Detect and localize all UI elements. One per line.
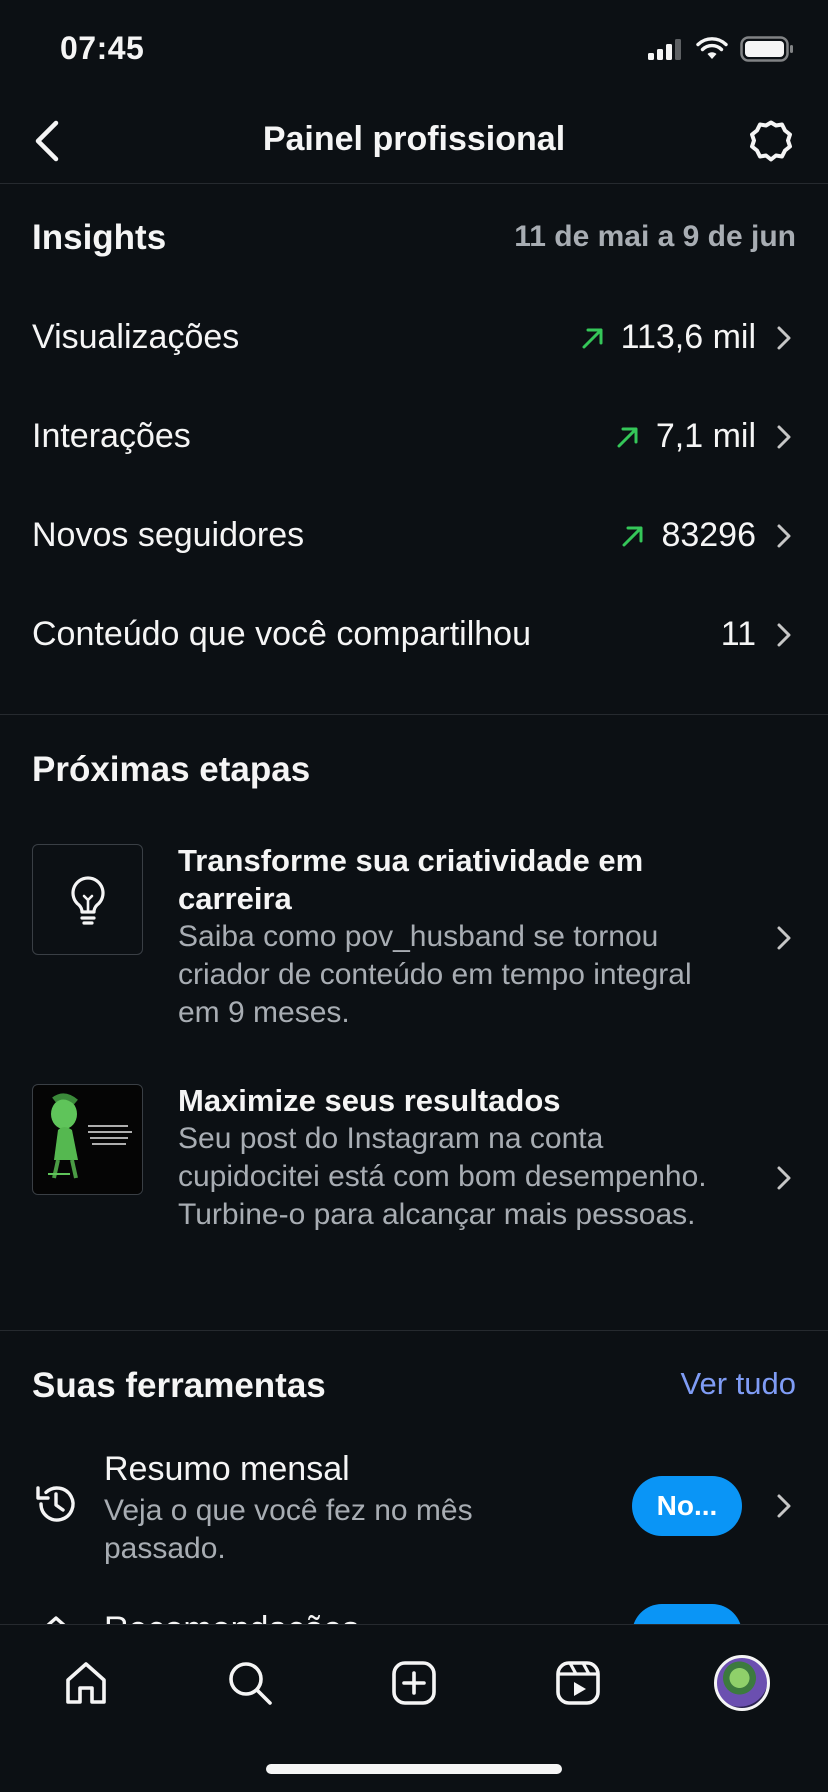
chevron-right-icon (777, 623, 791, 646)
status-icons (648, 36, 794, 62)
chevron-right-icon (777, 326, 791, 349)
tool-row-partial[interactable]: Recomendações No... (0, 1600, 828, 1624)
lightbulb-icon (70, 875, 105, 925)
tool-title: Recomendações (104, 1610, 359, 1624)
new-badge[interactable]: No... (632, 1604, 742, 1624)
post-thumbnail (32, 1084, 143, 1195)
metric-label: Visualizações (32, 318, 240, 356)
metric-label: Novos seguidores (32, 516, 305, 554)
metric-value: 113,6 mil (620, 318, 756, 356)
plus-square-icon (392, 1661, 436, 1705)
next-steps-heading: Próximas etapas (32, 750, 311, 789)
tab-reels[interactable] (546, 1651, 610, 1715)
chevron-right-icon (777, 1494, 791, 1518)
signal-icon (648, 39, 681, 60)
tool-row-monthly-summary[interactable]: Resumo mensal Veja o que você fez no mês… (0, 1450, 828, 1570)
avatar (714, 1655, 770, 1711)
metric-row-new-followers[interactable]: Novos seguidores 83296 (0, 486, 828, 585)
home-icon (66, 1662, 106, 1704)
top-navigation-bar: Painel profissional (0, 100, 828, 184)
home-indicator (266, 1764, 562, 1774)
partial-icon (46, 1616, 66, 1624)
metric-row-content-shared[interactable]: Conteúdo que você compartilhou 11 (0, 585, 828, 684)
bottom-tab-bar (0, 1624, 828, 1792)
metric-value: 11 (720, 615, 756, 653)
insights-heading: Insights (32, 218, 167, 257)
metric-value: 83296 (661, 516, 756, 554)
battery-icon (740, 36, 793, 62)
settings-button[interactable] (744, 114, 798, 168)
metric-row-interactions[interactable]: Interações 7,1 mil (0, 387, 828, 486)
chevron-right-icon (777, 926, 791, 950)
date-range: 11 de mai a 9 de jun (514, 220, 796, 253)
metric-label: Conteúdo que você compartilhou (32, 615, 531, 653)
step-thumbnail (32, 844, 143, 955)
tab-home[interactable] (54, 1651, 118, 1715)
tab-create[interactable] (382, 1651, 446, 1715)
step-title: Maximize seus resultados (178, 1083, 561, 1118)
tool-title: Resumo mensal (104, 1450, 350, 1488)
status-bar: 07:45 (0, 0, 828, 100)
reels-icon (556, 1661, 600, 1705)
gear-icon (750, 120, 792, 162)
trend-up-icon (582, 328, 603, 348)
metric-value: 7,1 mil (655, 417, 756, 455)
page-title: Painel profissional (262, 120, 566, 158)
post-thumbnail-image (33, 1085, 142, 1194)
trend-up-icon (622, 526, 643, 546)
step-description: Seu post do Instagram na conta cupidocit… (178, 1122, 707, 1231)
metric-label: Interações (32, 417, 191, 455)
tool-description: Veja o que você fez no mês passado. (104, 1494, 473, 1565)
trend-up-icon (617, 427, 638, 447)
wifi-icon (696, 37, 728, 59)
step-description: Saiba como pov_husband se tornou criador… (178, 920, 692, 1029)
chevron-right-icon (777, 1166, 791, 1190)
see-all-link[interactable]: Ver tudo (681, 1366, 796, 1402)
status-time: 07:45 (60, 30, 145, 66)
tab-profile[interactable] (710, 1651, 774, 1715)
tools-heading: Suas ferramentas (32, 1366, 326, 1405)
metric-row-views[interactable]: Visualizações 113,6 mil (0, 288, 828, 387)
new-badge[interactable]: No... (632, 1476, 742, 1536)
tab-search[interactable] (218, 1651, 282, 1715)
section-divider (0, 1330, 828, 1331)
section-divider (0, 714, 828, 715)
search-icon (229, 1662, 272, 1705)
chevron-right-icon (777, 425, 791, 448)
next-step-card-maximize[interactable]: Maximize seus resultados Seu post do Ins… (0, 1082, 828, 1282)
next-step-card-creativity[interactable]: Transforme sua criatividade em carreira … (0, 842, 828, 1042)
step-title: Transforme sua criatividade em carreira (178, 843, 644, 916)
history-icon (36, 1486, 75, 1522)
chevron-right-icon (777, 524, 791, 547)
